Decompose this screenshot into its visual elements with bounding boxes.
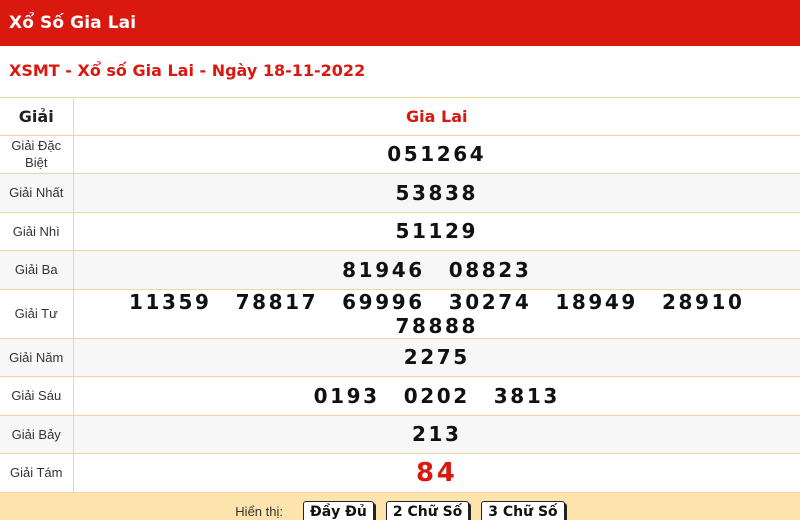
winning-number: 81946 [342, 257, 425, 282]
winning-number: 08823 [448, 257, 532, 282]
winning-number: 3813 [493, 383, 560, 408]
prize-numbers: 84 [73, 453, 800, 493]
winning-number: 78817 [235, 289, 319, 314]
winning-number: 11359 [128, 289, 212, 314]
prize-label: Giải Năm [0, 338, 74, 377]
table-row: Giải Nhất 53838 [0, 173, 800, 213]
prize-label: Giải Sáu [0, 376, 74, 416]
site-title: Xổ Số Gia Lai [9, 13, 137, 33]
winning-number: 28910 [661, 289, 745, 314]
table-row: Giải Nhì 51129 [0, 212, 800, 251]
winning-number: 051264 [387, 142, 487, 167]
winning-number: 53838 [395, 180, 479, 205]
table-row: Giải Tư 11359 78817 69996 30274 18949 28910 788… [0, 289, 800, 339]
column-header-prize: Giải [0, 98, 74, 136]
winning-number: 0202 [403, 383, 470, 408]
table-row: Giải Sáu 0193 0202 3813 [0, 376, 800, 416]
prize-numbers: 81946 08823 [73, 250, 800, 290]
winning-number: 18949 [555, 289, 638, 314]
winning-number: 69996 [342, 289, 425, 314]
table-row: Giải Bảy 213 [0, 415, 800, 454]
site-header: Xổ Số Gia Lai [0, 0, 800, 46]
prize-numbers: 051264 [73, 135, 800, 174]
display-options-bar: Hiển thị: Đầy Đủ 2 Chữ Số 3 Chữ Số [0, 492, 800, 520]
results-body: Giải Đặc Biệt 051264 Giải Nhất 53838 Giải Nh… [0, 135, 800, 493]
winning-number: 2275 [403, 345, 470, 370]
prize-numbers: 53838 [73, 173, 800, 213]
prize-label: Giải Ba [0, 250, 74, 290]
winning-number: 51129 [395, 219, 479, 244]
prize-numbers: 213 [73, 415, 800, 454]
table-row: Giải Năm 2275 [0, 338, 800, 377]
prize-label: Giải Đặc Biệt [0, 135, 74, 174]
winning-number: 0193 [313, 383, 380, 408]
prize-numbers: 11359 78817 69996 30274 18949 28910 78888 [73, 289, 800, 339]
table-row: Giải Ba 81946 08823 [0, 250, 800, 290]
table-row: Giải Tám 84 [0, 453, 800, 493]
winning-number: 78888 [395, 313, 479, 338]
prize-numbers: 51129 [73, 212, 800, 251]
prize-label: Giải Tám [0, 453, 74, 493]
prize-label: Giải Nhì [0, 212, 74, 251]
results-table: Giải Gia Lai Giải Đặc Biệt 051264 Giải Nhấ… [0, 98, 800, 493]
display-options-label: Hiển thị: [235, 504, 283, 519]
prize-label: Giải Nhất [0, 173, 74, 213]
winning-number: 213 [411, 422, 462, 447]
winning-number: 30274 [448, 289, 532, 314]
show-2-digits-button[interactable]: 2 Chữ Số [385, 500, 470, 520]
prize-numbers: 0193 0202 3813 [73, 376, 800, 416]
page-title: XSMT - Xổ số Gia Lai - Ngày 18-11-2022 [0, 46, 800, 98]
table-header-row: Giải Gia Lai [0, 98, 800, 136]
prize-numbers: 2275 [73, 338, 800, 377]
prize-label: Giải Tư [0, 289, 74, 339]
show-full-button[interactable]: Đầy Đủ [303, 500, 374, 520]
winning-number: 84 [416, 457, 458, 488]
prize-label: Giải Bảy [0, 415, 74, 454]
table-row: Giải Đặc Biệt 051264 [0, 135, 800, 174]
show-3-digits-button[interactable]: 3 Chữ Số [481, 500, 565, 520]
column-header-province: Gia Lai [73, 98, 800, 136]
